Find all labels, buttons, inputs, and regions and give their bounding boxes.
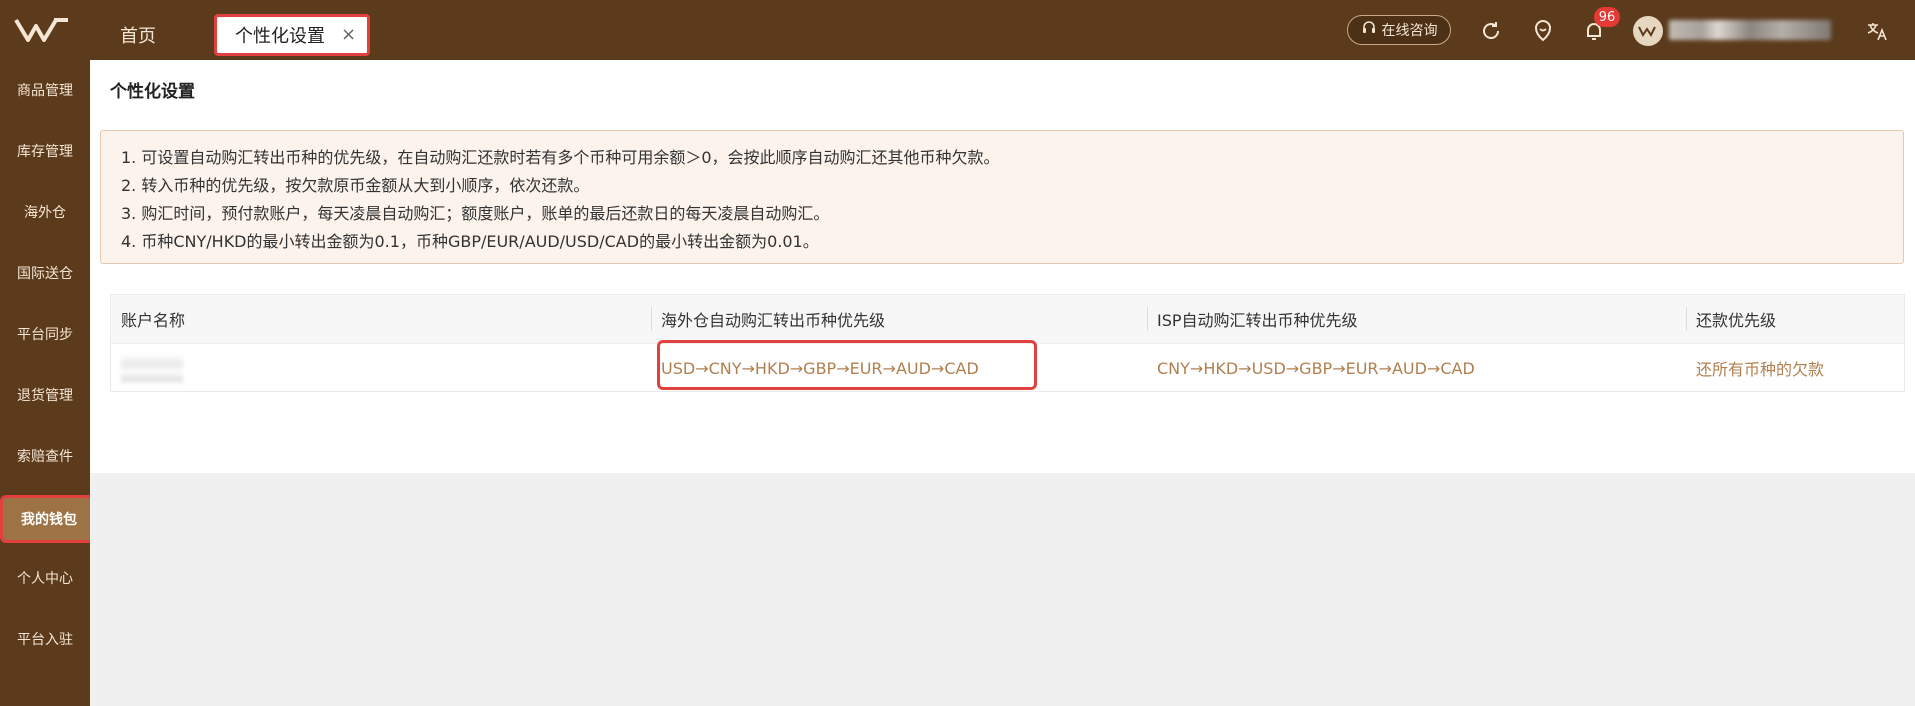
notice-box: 1. 可设置自动购汇转出币种的优先级，在自动购汇还款时若有多个币种可用余额＞0，…	[100, 130, 1904, 264]
tab-home[interactable]: 首页	[120, 22, 156, 48]
column-divider	[651, 307, 652, 331]
header-overseas-priority: 海外仓自动购汇转出币种优先级	[661, 311, 886, 330]
username-redacted[interactable]	[1669, 20, 1831, 40]
isp-priority-link[interactable]: CNY→HKD→USD→GBP→EUR→AUD→CAD	[1157, 344, 1475, 392]
top-bar: 首页 个性化设置 × 在线咨询 96	[0, 0, 1915, 60]
close-icon[interactable]: ×	[341, 26, 356, 44]
main-area: 个性化设置 1. 可设置自动购汇转出币种的优先级，在自动购汇还款时若有多个币种可…	[90, 60, 1915, 706]
header-isp-priority: ISP自动购汇转出币种优先级	[1157, 311, 1358, 330]
sidebar-item-international-delivery[interactable]: 国际送仓	[0, 249, 90, 297]
sidebar-item-personal-center[interactable]: 个人中心	[0, 554, 90, 602]
sidebar-item-product[interactable]: 商品管理	[0, 66, 90, 114]
sidebar-item-wallet[interactable]: 我的钱包	[0, 495, 98, 543]
tab-label: 个性化设置	[235, 26, 325, 47]
translate-icon[interactable]	[1865, 19, 1889, 43]
sidebar-item-inventory[interactable]: 库存管理	[0, 127, 90, 175]
online-consult-button[interactable]: 在线咨询	[1347, 15, 1451, 45]
headset-icon	[1361, 20, 1377, 40]
content-panel: 1. 可设置自动购汇转出币种的优先级，在自动购汇还款时若有多个币种可用余额＞0，…	[90, 118, 1915, 473]
sidebar-item-claims[interactable]: 索赔查件	[0, 432, 90, 480]
sidebar-item-platform-onboarding[interactable]: 平台入驻	[0, 615, 90, 663]
notification-badge: 96	[1594, 7, 1620, 27]
refresh-icon[interactable]	[1479, 19, 1503, 43]
sidebar-item-returns[interactable]: 退货管理	[0, 371, 90, 419]
service-icon[interactable]	[1531, 19, 1555, 43]
sidebar-item-overseas-warehouse[interactable]: 海外仓	[0, 188, 90, 236]
page-title: 个性化设置	[90, 60, 1915, 118]
repay-priority-link[interactable]: 还所有币种的欠款	[1696, 344, 1824, 392]
avatar[interactable]	[1633, 16, 1663, 46]
notice-line: 4. 币种CNY/HKD的最小转出金额为0.1，币种GBP/EUR/AUD/US…	[121, 232, 819, 251]
table-row: USD→CNY→HKD→GBP→EUR→AUD→CAD CNY→HKD→USD→…	[111, 340, 1904, 392]
priority-table: 账户名称 海外仓自动购汇转出币种优先级 ISP自动购汇转出币种优先级 还款优先级…	[110, 294, 1905, 392]
column-divider	[1686, 307, 1687, 331]
notice-line: 1. 可设置自动购汇转出币种的优先级，在自动购汇还款时若有多个币种可用余额＞0，…	[121, 148, 1000, 167]
notice-line: 2. 转入币种的优先级，按欠款原币金额从大到小顺序，依次还款。	[121, 176, 590, 195]
tab-personalization[interactable]: 个性化设置 ×	[214, 14, 370, 56]
sidebar: 商品管理 库存管理 海外仓 国际送仓 平台同步 退货管理 索赔查件 我的钱包 个…	[0, 60, 98, 706]
logo-icon[interactable]	[14, 16, 74, 46]
header-repay-priority: 还款优先级	[1696, 311, 1777, 330]
overseas-priority-link[interactable]: USD→CNY→HKD→GBP→EUR→AUD→CAD	[661, 344, 979, 392]
header-account-name: 账户名称	[121, 311, 186, 330]
online-consult-label: 在线咨询	[1381, 23, 1438, 39]
table-header: 账户名称 海外仓自动购汇转出币种优先级 ISP自动购汇转出币种优先级 还款优先级	[111, 295, 1904, 343]
sidebar-item-platform-sync[interactable]: 平台同步	[0, 310, 90, 358]
notice-line: 3. 购汇时间，预付款账户，每天凌晨自动购汇；额度账户，账单的最后还款日的每天凌…	[121, 204, 830, 223]
account-name-redacted	[121, 354, 183, 382]
column-divider	[1147, 307, 1148, 331]
